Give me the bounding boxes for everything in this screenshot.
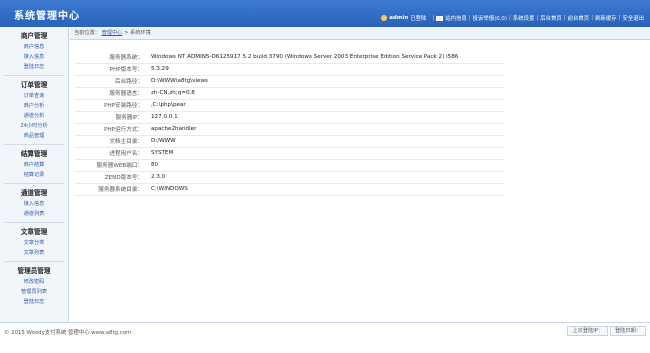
info-label: 服务器系统目录： xyxy=(75,183,146,196)
sidebar-item-channel-analysis[interactable]: 通道分析 xyxy=(0,111,68,121)
nav-admin-home[interactable]: 后台首页 xyxy=(540,14,562,22)
info-label: 服务器系统： xyxy=(75,51,146,64)
info-label: ZEND版本号： xyxy=(75,171,146,184)
sidebar-item-change-password[interactable]: 修改密码 xyxy=(0,277,68,287)
table-row: 文档主目录： D:/WWW xyxy=(75,135,505,148)
nav-logout[interactable]: 安全退出 xyxy=(622,14,644,22)
table-row: 后台路径： D:\WWW\a8tg\views xyxy=(75,75,505,88)
login-status-boxes: 上次登陆IP： 登陆日期： xyxy=(565,326,646,336)
info-label: 服务器语言： xyxy=(75,87,146,100)
table-row: PHP安装路径： ,C:\php\pear xyxy=(75,99,505,112)
nav-refresh-cache[interactable]: 刷新缓存 xyxy=(595,14,617,22)
info-value: SYSTEM xyxy=(146,147,505,160)
table-row: 服务器系统目录： C:\WINDOWS xyxy=(75,183,505,196)
info-label: 服务器WEB端口： xyxy=(75,159,146,172)
sidebar-item-settlement-records[interactable]: 结算记录 xyxy=(0,170,68,180)
sidebar-group-channels: 通道管理 接入信息 通道列表 xyxy=(0,184,68,223)
sidebar-item-article-list[interactable]: 文章列表 xyxy=(0,248,68,258)
info-label: 服务器IP： xyxy=(75,111,146,124)
sidebar-item-login-log[interactable]: 登陆日志 xyxy=(0,62,68,72)
sidebar-group-admins: 管理员管理 修改密码 管理员列表 登陆日志 xyxy=(0,262,68,307)
info-value: Windows NT ADMIN5-D6125917 5.2 build 379… xyxy=(146,51,505,64)
info-label: 进程用户名： xyxy=(75,147,146,160)
sidebar-item-24h-analysis[interactable]: 24小时分析 xyxy=(0,121,68,131)
sidebar-item-order-query[interactable]: 订单查询 xyxy=(0,91,68,101)
top-navigation: admin 已登陆 | 站内信息 | 投诉举报(0,0) | 系统设置 | 后台… xyxy=(381,13,644,23)
info-value: 2.3.0 xyxy=(146,171,505,184)
table-row: PHP运行方式： apache2handler xyxy=(75,123,505,136)
app-title: 系统管理中心 xyxy=(14,11,80,22)
breadcrumb-current: 系统环境 xyxy=(130,30,151,36)
sidebar-group-orders: 订单管理 订单查询 商户分析 通道分析 24小时分析 商品管理 xyxy=(0,76,68,145)
nav-messages[interactable]: 站内信息 xyxy=(445,14,467,22)
nav-system-settings[interactable]: 系统设置 xyxy=(513,14,535,22)
table-row: 进程用户名： SYSTEM xyxy=(75,147,505,160)
sidebar-item-access-info[interactable]: 接入信息 xyxy=(0,52,68,62)
info-label: 后台路径： xyxy=(75,75,146,88)
info-label: 文档主目录： xyxy=(75,135,146,148)
main-content: 当前位置： 管理中心 > 系统环境 服务器系统： Windows NT ADMIN… xyxy=(70,27,650,322)
info-value: apache2handler xyxy=(146,123,505,136)
sidebar-group-title: 商户管理 xyxy=(20,32,48,40)
nav-front-home[interactable]: 前台首页 xyxy=(568,14,590,22)
footer: © 2015 Woody支付系统 管理中心 www.a8tg.com 上次登陆I… xyxy=(0,322,650,353)
table-row: PHP版本号： 5.3.29 xyxy=(75,63,505,76)
info-value: 5.3.29 xyxy=(146,63,505,76)
info-value: zh-CN,zh;q=0.8 xyxy=(146,87,505,100)
mail-icon xyxy=(436,15,444,21)
sidebar-item-article-categories[interactable]: 文章分类 xyxy=(0,238,68,248)
sidebar-item-admin-list[interactable]: 管理员列表 xyxy=(0,287,68,297)
info-value: 127.0.0.1 xyxy=(146,111,505,124)
sidebar-group-articles: 文章管理 文章分类 文章列表 xyxy=(0,223,68,262)
sidebar-item-merchant-settlement[interactable]: 商户结算 xyxy=(0,160,68,170)
info-label: PHP运行方式： xyxy=(75,123,146,136)
sidebar-group-title: 订单管理 xyxy=(20,81,48,89)
sidebar-group-title: 通道管理 xyxy=(20,189,48,197)
sidebar-group-settlement: 结算管理 商户结算 结算记录 xyxy=(0,145,68,184)
login-date: 登陆日期： xyxy=(610,326,646,336)
table-row: ZEND版本号： 2.3.0 xyxy=(75,171,505,184)
info-label: PHP版本号： xyxy=(75,63,146,76)
table-row: 服务器语言： zh-CN,zh;q=0.8 xyxy=(75,87,505,100)
table-row: 服务器WEB端口： 80 xyxy=(75,159,505,172)
sidebar-group-title: 管理员管理 xyxy=(17,267,51,275)
copyright-text: © 2015 Woody支付系统 管理中心 www.a8tg.com xyxy=(4,330,132,336)
info-value: 80 xyxy=(146,159,505,172)
sidebar-item-admin-login-log[interactable]: 登陆日志 xyxy=(0,297,68,307)
top-header: 系统管理中心 admin 已登陆 | 站内信息 | 投诉举报(0,0) | 系统… xyxy=(0,0,650,27)
nav-complaints[interactable]: 投诉举报(0,0) xyxy=(473,14,507,22)
online-status: 已登陆 xyxy=(410,16,427,22)
admin-name[interactable]: admin xyxy=(389,15,408,21)
sidebar-item-merchant-info[interactable]: 商户信息 xyxy=(0,42,68,52)
info-value: C:\WINDOWS xyxy=(146,183,505,196)
system-info-table: 服务器系统： Windows NT ADMIN5-D6125917 5.2 bui… xyxy=(75,51,505,196)
breadcrumb-prefix: 当前位置： xyxy=(74,30,100,36)
sidebar-group-title: 文章管理 xyxy=(20,228,48,236)
table-row: 服务器IP： 127.0.0.1 xyxy=(75,111,505,124)
breadcrumb-arrow: > xyxy=(124,30,129,36)
sidebar-group-title: 结算管理 xyxy=(20,150,48,158)
sidebar-group-merchant: 商户管理 商户信息 接入信息 登陆日志 xyxy=(0,27,68,76)
breadcrumb: 当前位置： 管理中心 > 系统环境 xyxy=(70,27,650,40)
info-label: PHP安装路径： xyxy=(75,99,146,112)
sidebar-item-channel-list[interactable]: 通道列表 xyxy=(0,209,68,219)
sidebar: 商户管理 商户信息 接入信息 登陆日志 订单管理 订单查询 商户分析 通道分析 … xyxy=(0,27,69,322)
info-value: D:\WWW\a8tg\views xyxy=(146,75,505,88)
info-value: ,C:\php\pear xyxy=(146,99,505,112)
sidebar-item-channel-access[interactable]: 接入信息 xyxy=(0,199,68,209)
last-login-ip: 上次登陆IP： xyxy=(567,326,609,336)
user-icon xyxy=(381,15,388,21)
table-row: 服务器系统： Windows NT ADMIN5-D6125917 5.2 bui… xyxy=(75,51,505,64)
breadcrumb-link-home[interactable]: 管理中心 xyxy=(102,30,123,36)
sidebar-item-product-management[interactable]: 商品管理 xyxy=(0,131,68,141)
info-value: D:/WWW xyxy=(146,135,505,148)
sidebar-item-merchant-analysis[interactable]: 商户分析 xyxy=(0,101,68,111)
